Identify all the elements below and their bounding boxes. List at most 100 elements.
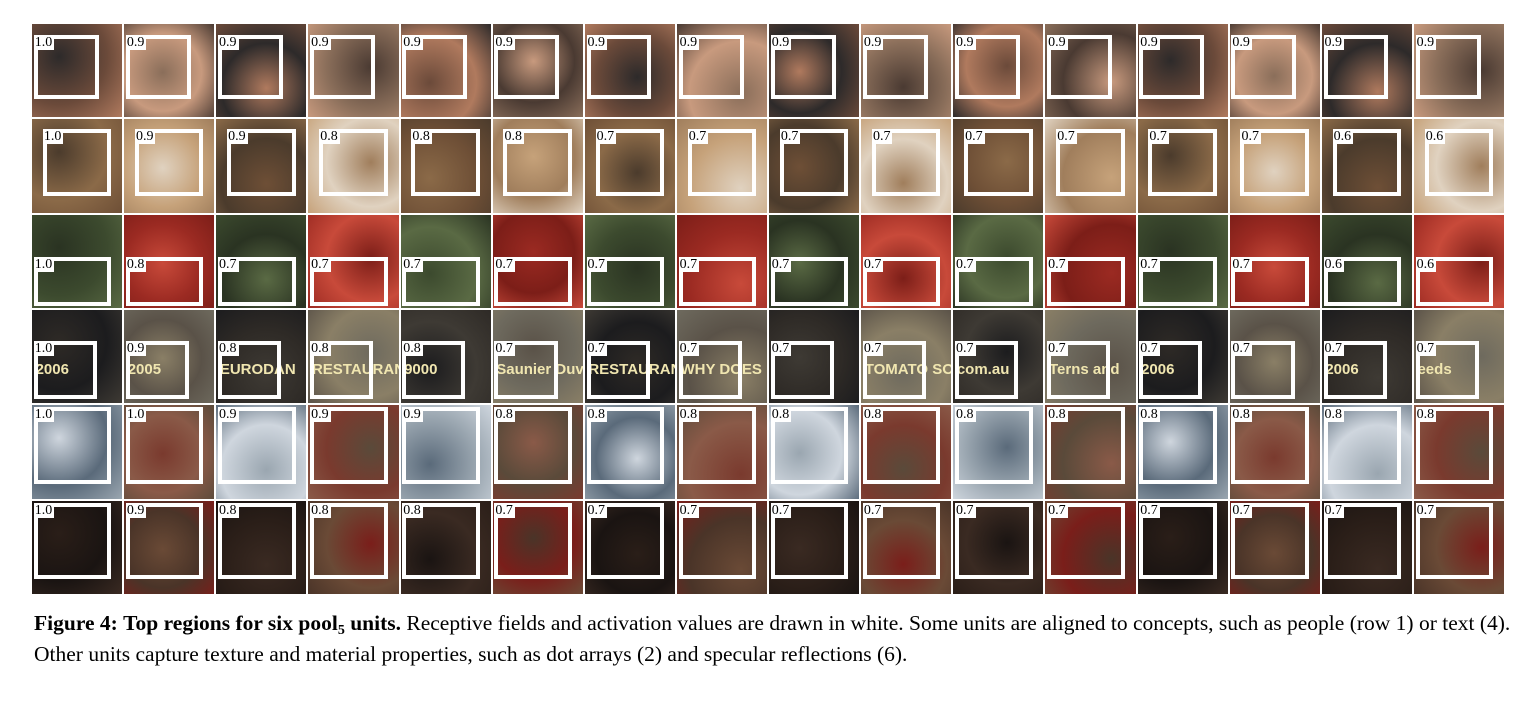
activation-value: 0.6 [1323, 256, 1345, 272]
figure-tile: 0.9 [216, 24, 309, 120]
figure-tile: WHY DOES 0.7 [676, 310, 769, 406]
activation-value: 0.9 [1415, 35, 1437, 51]
figure-tile: EURODAN 0.8 [216, 310, 309, 406]
activation-value: 0.8 [1047, 407, 1068, 423]
figure-tile: 0.7 [861, 214, 954, 310]
activation-value: 0.9 [586, 35, 608, 51]
activation-value: 0.9 [1231, 35, 1252, 51]
figure-tile: RESTAURANT0.7 [584, 310, 677, 406]
activation-value: 0.7 [586, 502, 608, 518]
activation-value: 0.7 [770, 256, 792, 272]
activation-value: 1.0 [33, 340, 55, 356]
figure-tile: com.au 0.7 [953, 310, 1046, 406]
figure-tile: 0.7 [1045, 119, 1138, 215]
activation-value: 0.7 [586, 340, 608, 356]
activation-value: 0.7 [770, 502, 792, 518]
figure-tile: 0.7 [953, 500, 1046, 596]
activation-value: 0.7 [1056, 128, 1077, 144]
figure-tile: 0.7 [1137, 500, 1230, 596]
figure-tile: 0.7 [492, 214, 585, 310]
activation-value: 1.0 [33, 256, 55, 272]
figure-tile: 0.9 [216, 119, 309, 215]
activation-value: 0.7 [494, 340, 515, 356]
figure-tile: 0.9 [124, 119, 217, 215]
figure-tile: 2006 1.0 [32, 310, 125, 406]
activation-value: 0.9 [770, 35, 792, 51]
activation-value: 0.9 [862, 35, 884, 51]
figure-tile: 0.9 [308, 405, 401, 501]
figure-tile: TOMATO SOUP0.7 [861, 310, 954, 406]
figure-tile: RESTAURANT0.8 [308, 310, 401, 406]
figure-tile: 0.7 [1229, 500, 1322, 596]
activation-value: 1.0 [125, 407, 147, 423]
activation-value: 0.7 [494, 256, 515, 272]
activation-value: 0.8 [411, 128, 432, 144]
figure-tile: 0.9 [124, 500, 217, 596]
figure-tile: 0.8 [1413, 405, 1506, 501]
activation-value: 0.9 [1323, 35, 1345, 51]
activation-value: 0.7 [1231, 502, 1252, 518]
activation-value: 0.8 [1139, 407, 1160, 423]
activation-value: 1.0 [33, 407, 55, 423]
figure-tile: 1.0 [124, 405, 217, 501]
figure-tile: 2006 0.7 [1321, 310, 1414, 406]
figure-caption: Figure 4: Top regions for six pool5 unit… [34, 608, 1514, 670]
activation-value: 0.7 [964, 128, 985, 144]
activation-value: 0.8 [1323, 407, 1345, 423]
figure-tile: 0.7 [1137, 214, 1230, 310]
activation-value: 0.8 [503, 128, 524, 144]
figure-tile: 0.8 [769, 405, 862, 501]
figure-tile: 0.8 [861, 405, 954, 501]
activation-value: 0.7 [1240, 128, 1261, 144]
figure-tile: 0.6 [1321, 214, 1414, 310]
activation-value: 0.7 [218, 256, 239, 272]
figure-tile: 0.6 [1413, 119, 1506, 215]
activation-value: 0.9 [310, 407, 331, 423]
activation-value: 0.9 [1139, 35, 1160, 51]
activation-value: 0.7 [871, 128, 893, 144]
figure-tile: 2005 0.9 [124, 310, 217, 406]
activation-value: 0.7 [862, 256, 884, 272]
activation-value: 0.7 [678, 256, 700, 272]
activation-value: 0.7 [1323, 502, 1345, 518]
activation-value: 0.7 [678, 340, 700, 356]
figure-tile: 0.7 [953, 119, 1046, 215]
activation-value: 0.7 [862, 502, 884, 518]
figure-tile: 1.0 [32, 214, 125, 310]
figure-tile: 0.7 [769, 119, 862, 215]
caption-label: Figure 4: [34, 611, 118, 635]
activation-value: 0.6 [1415, 256, 1437, 272]
figure-tile: 0.8 [953, 405, 1046, 501]
activation-value: 0.7 [1047, 256, 1068, 272]
figure-tile: 0.7 [584, 119, 677, 215]
figure-tile: 0.8 [1137, 405, 1230, 501]
activation-value: 0.6 [1424, 128, 1446, 144]
figure-image-grid: 1.0 0.9 0.9 0.9 0.9 0.9 0.9 0.9 0.9 0.9 0.9 0.9 0.9 0… [32, 24, 1506, 596]
figure-tile: 0.7 [400, 214, 493, 310]
figure-tile: 0.8 [492, 119, 585, 215]
figure-tile: 0.9 [584, 24, 677, 120]
figure-tile: 0.7 [216, 214, 309, 310]
activation-value: 0.7 [955, 256, 976, 272]
activation-value: 0.7 [402, 256, 423, 272]
activation-value: 0.7 [1231, 340, 1252, 356]
figure-tile: 0.8 [308, 500, 401, 596]
activation-value: 0.9 [125, 502, 147, 518]
figure-tile: 0.9 [1137, 24, 1230, 120]
activation-value: 0.7 [779, 128, 801, 144]
figure-tile: 1.0 [32, 119, 125, 215]
activation-value: 0.7 [955, 340, 976, 356]
figure-tile: 0.9 [769, 24, 862, 120]
figure-tile: 0.9 [861, 24, 954, 120]
activation-value: 0.7 [1139, 256, 1160, 272]
activation-value: 0.7 [1139, 502, 1160, 518]
activation-value: 0.9 [678, 35, 700, 51]
figure-tile: 1.0 [32, 500, 125, 596]
figure-tile: 0.7 [1229, 310, 1322, 406]
activation-value: 0.8 [494, 407, 515, 423]
figure-tile: 0.8 [308, 119, 401, 215]
activation-value: 0.7 [1139, 340, 1160, 356]
activation-value: 0.8 [586, 407, 608, 423]
activation-value: 0.8 [770, 407, 792, 423]
figure-tile: 0.7 [492, 500, 585, 596]
